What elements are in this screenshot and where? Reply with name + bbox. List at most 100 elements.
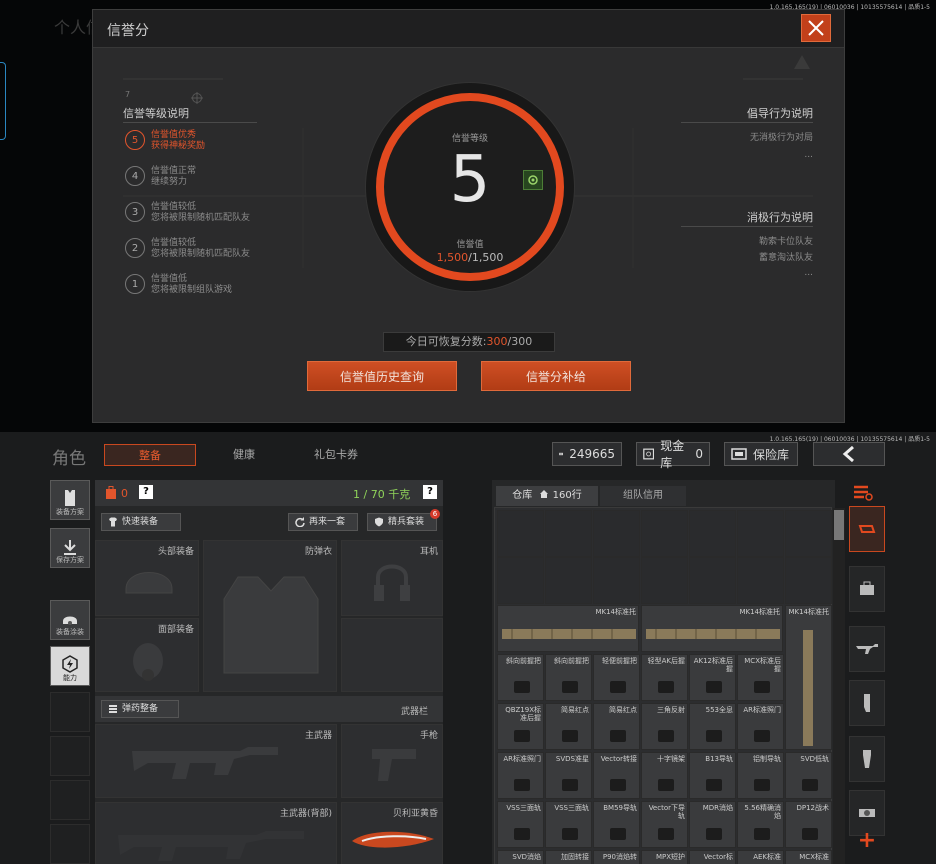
empty-cell[interactable] bbox=[689, 557, 736, 604]
primary-weapon-slot[interactable]: 主武器 bbox=[95, 724, 337, 798]
warehouse-item[interactable]: DP12战术 bbox=[785, 801, 832, 848]
category-magazine[interactable] bbox=[849, 680, 885, 726]
add-category-button[interactable]: + bbox=[854, 830, 880, 852]
back-weapon-slot[interactable]: 主武器(背部) bbox=[95, 802, 337, 864]
tab-equip[interactable]: 整备 bbox=[104, 444, 196, 466]
attachment-icon bbox=[562, 779, 578, 791]
elite-set-button[interactable]: 精兵套装 bbox=[367, 513, 437, 531]
sort-button[interactable] bbox=[852, 484, 874, 506]
back-button[interactable] bbox=[813, 442, 885, 466]
warehouse-item[interactable]: Vector标 bbox=[689, 850, 736, 864]
tab-health[interactable]: 健康 bbox=[206, 444, 282, 466]
body-armor-slot[interactable]: 防弹衣 bbox=[203, 540, 337, 692]
face-slot[interactable]: 面部装备 bbox=[95, 618, 199, 692]
warehouse-item[interactable]: SVD低轨 bbox=[785, 752, 832, 799]
help-button[interactable]: ? bbox=[139, 485, 153, 499]
warehouse-item[interactable]: 三角反射 bbox=[641, 703, 688, 750]
warehouse-item[interactable]: MPX短护 bbox=[641, 850, 688, 864]
attachment-icon bbox=[802, 828, 818, 840]
attachment-icon bbox=[514, 730, 530, 742]
empty-cell[interactable] bbox=[497, 557, 544, 604]
credit-supply-button[interactable]: 信誉分补给 bbox=[481, 361, 631, 391]
warehouse-item[interactable]: MCX标准后握 bbox=[737, 654, 784, 701]
warehouse-item[interactable]: 5.56精确消焰 bbox=[737, 801, 784, 848]
tab-team-credit[interactable]: 组队信用 bbox=[600, 486, 686, 506]
empty-cell[interactable] bbox=[593, 557, 640, 604]
reward-badge-icon[interactable] bbox=[523, 170, 543, 190]
warehouse-item[interactable]: AR标准照门 bbox=[497, 752, 544, 799]
warehouse-item[interactable]: 轻便前握把 bbox=[593, 654, 640, 701]
head-slot[interactable]: 头部装备 bbox=[95, 540, 199, 616]
headset-slot[interactable]: 耳机 bbox=[341, 540, 443, 616]
warehouse-item[interactable]: 553全息 bbox=[689, 703, 736, 750]
attachment-icon bbox=[754, 730, 770, 742]
empty-gear-slot[interactable] bbox=[341, 618, 443, 692]
category-all[interactable] bbox=[849, 506, 885, 552]
warehouse-item[interactable]: 斜向前握把 bbox=[545, 654, 592, 701]
gas-mask-icon bbox=[133, 643, 163, 681]
warehouse-item[interactable]: AR标准照门 bbox=[737, 703, 784, 750]
warehouse-item[interactable]: 简易红点 bbox=[545, 703, 592, 750]
empty-cell[interactable] bbox=[497, 510, 544, 557]
category-rifle[interactable] bbox=[849, 626, 885, 672]
warehouse-item[interactable]: 斜向前握把 bbox=[497, 654, 544, 701]
melee-slot[interactable]: 贝利亚黄昏 bbox=[341, 802, 443, 864]
warehouse-item[interactable]: B13导轨 bbox=[689, 752, 736, 799]
warehouse-item[interactable]: AK12标准后握 bbox=[689, 654, 736, 701]
warehouse-item[interactable]: 十字镜架 bbox=[641, 752, 688, 799]
empty-cell[interactable] bbox=[593, 510, 640, 557]
credit-history-button[interactable]: 信誉值历史查询 bbox=[307, 361, 457, 391]
empty-cell[interactable] bbox=[545, 557, 592, 604]
empty-cell[interactable] bbox=[689, 510, 736, 557]
level-text: 信誉值优秀 获得神秘奖励 bbox=[151, 130, 205, 152]
category-backpack[interactable] bbox=[849, 566, 885, 612]
empty-cell[interactable] bbox=[737, 557, 784, 604]
item-label: 加固转接 bbox=[561, 853, 589, 861]
warehouse-item[interactable]: VSS三面轨 bbox=[497, 801, 544, 848]
empty-cell[interactable] bbox=[545, 510, 592, 557]
close-button[interactable] bbox=[801, 14, 831, 42]
warehouse-item[interactable]: SVDS准星 bbox=[545, 752, 592, 799]
empty-cell[interactable] bbox=[641, 557, 688, 604]
equipment-skin-button[interactable]: 装备涂装 bbox=[50, 600, 90, 640]
save-plan-button[interactable]: 保存方案 bbox=[50, 528, 90, 568]
loadout-plan-button[interactable]: 装备方案 bbox=[50, 480, 90, 520]
empty-cell[interactable] bbox=[785, 557, 832, 604]
again-button[interactable]: 再来一套 bbox=[288, 513, 358, 531]
level-title: 信誉值较低 bbox=[151, 202, 197, 212]
warehouse-item[interactable]: 铝制导轨 bbox=[737, 752, 784, 799]
warehouse-item[interactable]: VSS三面轨 bbox=[545, 801, 592, 848]
safe-vault-button[interactable]: 保险库 bbox=[724, 442, 798, 466]
cash-vault-button[interactable]: 现金库 0 bbox=[636, 439, 710, 470]
empty-cell[interactable] bbox=[641, 510, 688, 557]
empty-cell[interactable] bbox=[785, 510, 832, 557]
warehouse-item[interactable]: SVD消焰 bbox=[497, 850, 544, 864]
warehouse-item[interactable]: Vector下导轨 bbox=[641, 801, 688, 848]
warehouse-item[interactable]: MK14标准托 bbox=[785, 605, 832, 750]
scrollbar-thumb[interactable] bbox=[834, 510, 844, 540]
ability-button[interactable]: 能力 bbox=[50, 646, 90, 686]
attachment-icon bbox=[754, 779, 770, 791]
warehouse-item[interactable]: MCX标准 bbox=[785, 850, 832, 864]
weight-help-button[interactable]: ? bbox=[423, 485, 437, 499]
tab-warehouse[interactable]: 仓库 160行 bbox=[496, 486, 598, 506]
ammo-equip-button[interactable]: 弹药整备 bbox=[101, 700, 179, 718]
warehouse-item[interactable]: MK14标准托 bbox=[497, 605, 639, 652]
warehouse-item[interactable]: 简易红点 bbox=[593, 703, 640, 750]
warehouse-item[interactable]: BM59导轨 bbox=[593, 801, 640, 848]
pistol-slot[interactable]: 手枪 bbox=[341, 724, 443, 798]
scrollbar[interactable] bbox=[833, 508, 845, 864]
category-grip[interactable] bbox=[849, 736, 885, 782]
quick-equip-button[interactable]: 快速装备 bbox=[101, 513, 181, 531]
tab-gift-cards[interactable]: 礼包卡券 bbox=[298, 444, 374, 466]
empty-cell[interactable] bbox=[737, 510, 784, 557]
warehouse-item[interactable]: QBZ19X标准后握 bbox=[497, 703, 544, 750]
warehouse-item[interactable]: 加固转接 bbox=[545, 850, 592, 864]
warehouse-item[interactable]: Vector转接 bbox=[593, 752, 640, 799]
warehouse-item[interactable]: 轻型AK后握 bbox=[641, 654, 688, 701]
attachment-icon bbox=[562, 681, 578, 693]
warehouse-item[interactable]: AEK标准 bbox=[737, 850, 784, 864]
warehouse-item[interactable]: P90消焰转 bbox=[593, 850, 640, 864]
warehouse-item[interactable]: MK14标准托 bbox=[641, 605, 783, 652]
warehouse-item[interactable]: MDR消焰 bbox=[689, 801, 736, 848]
